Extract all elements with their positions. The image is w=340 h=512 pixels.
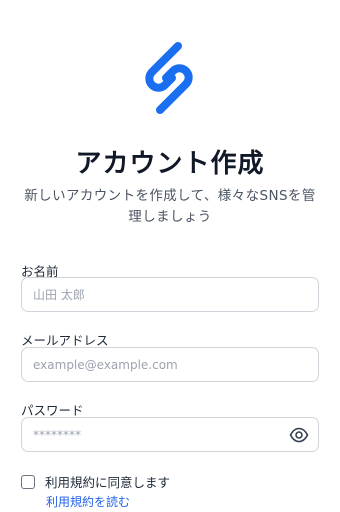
eye-icon[interactable] [289,426,309,444]
name-input[interactable] [22,278,318,311]
read-terms-link[interactable]: 利用規約を読む [46,493,130,510]
terms-row: 利用規約に同意します [21,472,170,491]
page-title: アカウント作成 [75,149,265,179]
password-field-box [21,417,319,452]
email-input[interactable] [22,348,318,381]
signup-page: アカウント作成 新しいアカウントを作成して、様々なSNSを管 理しましょう お名… [0,0,340,512]
subtitle-line-1: 新しいアカウントを作成して、様々なSNSを管 [24,188,316,204]
app-logo-icon [145,42,193,114]
subtitle-line-2: 理しましょう [128,209,212,225]
password-input[interactable] [22,418,318,451]
email-field-box [21,347,319,382]
page-subtitle: 新しいアカウントを作成して、様々なSNSを管 理しましょう [18,186,322,228]
terms-checkbox-label: 利用規約に同意します [45,475,171,490]
name-field-box [21,277,319,312]
terms-checkbox[interactable] [21,474,35,489]
